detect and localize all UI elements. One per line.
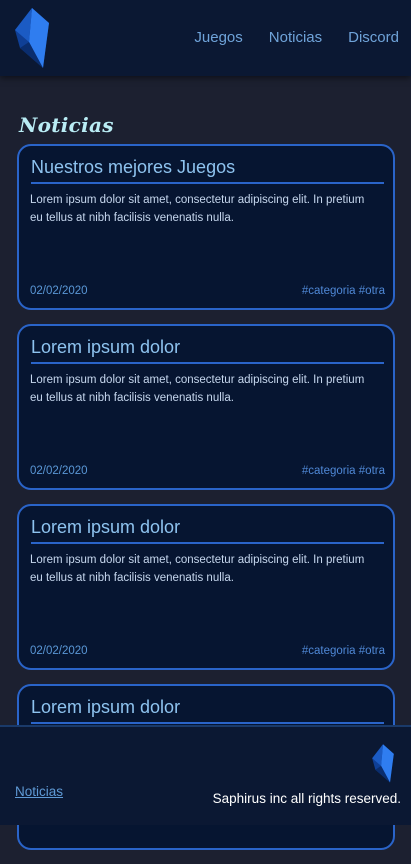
card-title: Lorem ipsum dolor (31, 517, 384, 544)
card-title: Nuestros mejores Juegos (31, 157, 384, 184)
news-card[interactable]: Nuestros mejores Juegos Lorem ipsum dolo… (17, 144, 395, 310)
nav-discord[interactable]: Discord (348, 29, 399, 46)
nav-juegos[interactable]: Juegos (194, 29, 242, 46)
card-date: 02/02/2020 (30, 465, 88, 477)
news-card[interactable]: Lorem ipsum dolor Lorem ipsum dolor sit … (17, 504, 395, 670)
card-title: Lorem ipsum dolor (31, 697, 384, 724)
site-header: Juegos Noticias Discord (0, 0, 411, 76)
crystal-logo-icon[interactable] (12, 6, 52, 72)
news-card[interactable]: Lorem ipsum dolor Lorem ipsum dolor sit … (17, 324, 395, 490)
card-title: Lorem ipsum dolor (31, 337, 384, 364)
section-title: Noticias (19, 113, 114, 137)
copyright-text: Saphirus inc all rights reserved. (212, 791, 401, 806)
card-date: 02/02/2020 (30, 285, 88, 297)
footer-link-noticias[interactable]: Noticias (15, 784, 63, 799)
card-body: Lorem ipsum dolor sit amet, consectetur … (30, 554, 365, 584)
card-tags[interactable]: #categoria #otra (302, 285, 385, 297)
card-date: 02/02/2020 (30, 645, 88, 657)
card-tags[interactable]: #categoria #otra (302, 465, 385, 477)
card-tags[interactable]: #categoria #otra (302, 645, 385, 657)
main-nav: Juegos Noticias Discord (194, 29, 399, 46)
nav-noticias[interactable]: Noticias (269, 29, 322, 46)
crystal-logo-icon (370, 743, 396, 785)
card-body: Lorem ipsum dolor sit amet, consectetur … (30, 194, 365, 224)
site-footer: Noticias Saphirus inc all rights reserve… (0, 725, 411, 825)
card-body: Lorem ipsum dolor sit amet, consectetur … (30, 374, 365, 404)
